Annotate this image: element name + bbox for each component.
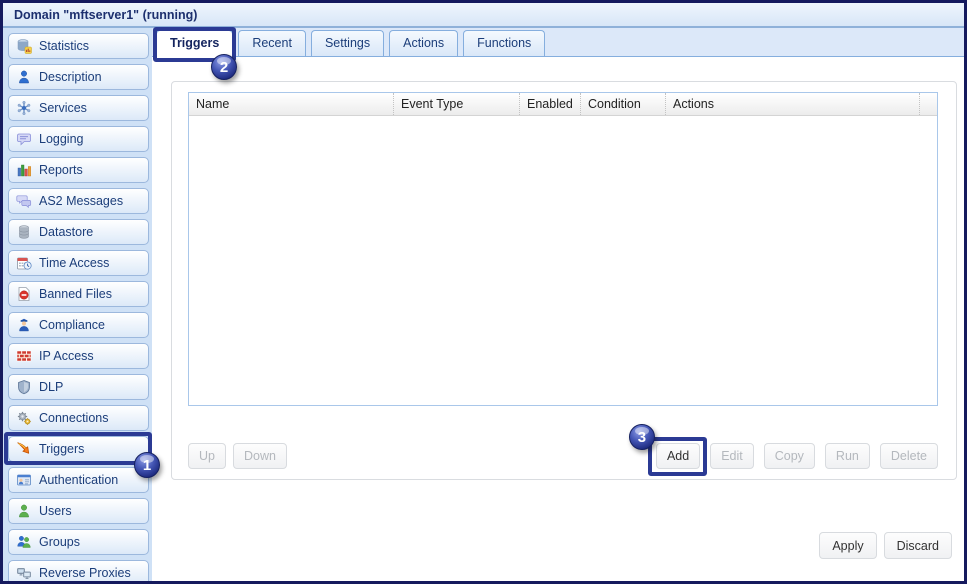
sidebar-item-triggers[interactable]: Triggers 1 [8,436,149,462]
down-button[interactable]: Down [233,443,287,469]
column-header-actions[interactable]: Actions [666,93,920,115]
sidebar-item-label: Connections [39,411,109,425]
sidebar-item-label: Description [39,70,102,84]
sidebar-item-label: Compliance [39,318,105,332]
tab-label: Actions [403,36,444,50]
sidebar-item-label: Statistics [39,39,89,53]
gears-icon [16,410,32,426]
triggers-panel: Name Event Type Enabled Condition Action… [171,81,957,480]
sidebar-item-label: Banned Files [39,287,112,301]
apply-button[interactable]: Apply [819,532,876,559]
brick-wall-icon [16,348,32,364]
sidebar-item-label: Triggers [39,442,84,456]
sidebar-item-groups[interactable]: Groups [8,529,149,555]
sidebar-item-description[interactable]: Description [8,64,149,90]
column-header-condition[interactable]: Condition [581,93,666,115]
triggers-table: Name Event Type Enabled Condition Action… [188,92,938,406]
sidebar-item-label: Users [39,504,72,518]
sidebar-item-connections[interactable]: Connections [8,405,149,431]
sidebar-item-services[interactable]: Services [8,95,149,121]
footer-buttons: Apply Discard [819,532,952,559]
sidebar-item-label: Authentication [39,473,118,487]
discard-button[interactable]: Discard [884,532,952,559]
window-title: Domain "mftserver1" (running) [14,8,197,22]
sidebar-item-label: Time Access [39,256,109,270]
sidebar-item-label: Groups [39,535,80,549]
tab-recent[interactable]: Recent [238,30,306,56]
triggers-table-header: Name Event Type Enabled Condition Action… [189,93,937,116]
tab-functions[interactable]: Functions [463,30,545,56]
triggers-table-body [189,116,937,405]
sidebar-item-users[interactable]: Users [8,498,149,524]
main-content: Triggers 2 Recent Settings Actions Funct… [152,28,964,581]
tab-triggers[interactable]: Triggers 2 [156,30,233,57]
chat-bubbles-icon [16,193,32,209]
sidebar-item-label: Reports [39,163,83,177]
tab-label: Triggers [170,36,219,50]
sidebar-item-reverse-proxies[interactable]: Reverse Proxies [8,560,149,584]
sidebar-item-dlp[interactable]: DLP [8,374,149,400]
tab-settings[interactable]: Settings [311,30,384,56]
tab-label: Recent [252,36,292,50]
column-header-filler [920,93,937,115]
sidebar-item-label: Logging [39,132,84,146]
up-button[interactable]: Up [188,443,226,469]
sidebar-item-time-access[interactable]: Time Access [8,250,149,276]
trigger-buttons-row: Up Down Add 3 Edit Copy Run Delete [188,443,938,469]
sidebar-item-label: Datastore [39,225,93,239]
bar-chart-icon [16,162,32,178]
annotation-step-2-badge: 2 [211,54,237,80]
tab-label: Functions [477,36,531,50]
sidebar-item-authentication[interactable]: Authentication [8,467,149,493]
add-button[interactable]: Add [656,443,700,469]
column-header-event-type[interactable]: Event Type [394,93,520,115]
window-title-bar: Domain "mftserver1" (running) [3,3,964,28]
officer-icon [16,317,32,333]
sidebar-item-logging[interactable]: Logging [8,126,149,152]
sidebar-item-label: Services [39,101,87,115]
lightning-arrow-icon [16,441,32,457]
computers-icon [16,565,32,581]
tab-actions[interactable]: Actions [389,30,458,56]
user-group-icon [16,534,32,550]
sidebar: Statistics Description Services Logging … [3,28,152,581]
app-window: Domain "mftserver1" (running) Statistics… [0,0,967,584]
statistics-icon [16,38,32,54]
copy-button[interactable]: Copy [764,443,815,469]
sidebar-item-reports[interactable]: Reports [8,157,149,183]
sidebar-item-label: Reverse Proxies [39,566,131,580]
user-icon [16,503,32,519]
edit-button[interactable]: Edit [710,443,754,469]
tab-strip: Triggers 2 Recent Settings Actions Funct… [152,28,964,57]
calendar-clock-icon [16,255,32,271]
person-icon [16,69,32,85]
column-header-enabled[interactable]: Enabled [520,93,581,115]
id-card-icon [16,472,32,488]
tab-label: Settings [325,36,370,50]
sidebar-item-banned-files[interactable]: Banned Files [8,281,149,307]
blocked-file-icon [16,286,32,302]
annotation-step-3-badge: 3 [629,424,655,450]
delete-button[interactable]: Delete [880,443,938,469]
sidebar-item-label: DLP [39,380,63,394]
run-button[interactable]: Run [825,443,870,469]
sidebar-item-label: IP Access [39,349,94,363]
database-icon [16,224,32,240]
sidebar-item-statistics[interactable]: Statistics [8,33,149,59]
speech-bubble-icon [16,131,32,147]
sidebar-item-datastore[interactable]: Datastore [8,219,149,245]
sidebar-item-label: AS2 Messages [39,194,123,208]
shield-icon [16,379,32,395]
services-hub-icon [16,100,32,116]
column-header-name[interactable]: Name [189,93,394,115]
sidebar-item-compliance[interactable]: Compliance [8,312,149,338]
sidebar-item-ip-access[interactable]: IP Access [8,343,149,369]
sidebar-item-as2-messages[interactable]: AS2 Messages [8,188,149,214]
